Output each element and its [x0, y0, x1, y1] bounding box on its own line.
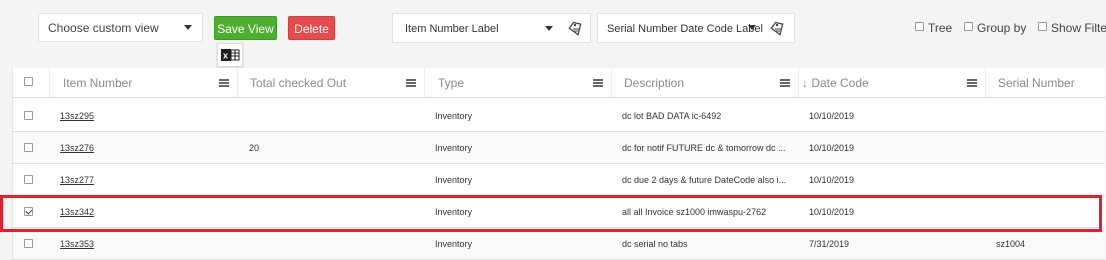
group-by-checkbox[interactable] — [964, 22, 973, 31]
description-cell: all all Invoice sz1000 imwaspu-2762 — [622, 207, 767, 217]
row-checkbox[interactable] — [24, 175, 33, 184]
column-header-label: Type — [438, 76, 465, 90]
total-checked-out-cell: 20 — [249, 143, 260, 153]
column-header-label: Description — [624, 76, 685, 90]
date-code-cell: 10/10/2019 — [809, 207, 855, 217]
serial-number-cell: sz1004 — [996, 239, 1026, 249]
serial-date-code-label-text: Serial Number Date Code Label — [607, 23, 763, 35]
tree-label: Tree — [928, 21, 953, 35]
item-number-link[interactable]: 13sz276 — [60, 143, 94, 153]
chevron-down-icon — [748, 25, 756, 30]
type-cell: Inventory — [435, 175, 473, 185]
menu-icon[interactable] — [406, 79, 416, 87]
table-row[interactable]: 13sz295 Inventory dc lot BAD DATA ic-649… — [13, 100, 1105, 132]
date-code-cell: 10/10/2019 — [809, 175, 855, 185]
row-checkbox[interactable] — [24, 143, 33, 152]
select-all-checkbox[interactable] — [24, 77, 33, 86]
type-cell: Inventory — [435, 239, 473, 249]
row-checkbox[interactable] — [24, 207, 33, 216]
show-filter-checkbox[interactable] — [1038, 22, 1047, 31]
menu-icon[interactable] — [219, 79, 229, 87]
type-cell: Inventory — [435, 207, 473, 217]
grid-header: Item Number Total checked Out Type Descr… — [13, 68, 1105, 98]
table-row[interactable]: 13sz277 Inventory dc due 2 days & future… — [13, 164, 1105, 196]
column-header-label: Total checked Out — [250, 76, 347, 90]
description-cell: dc lot BAD DATA ic-6492 — [622, 111, 722, 121]
group-by-label: Group by — [977, 21, 1027, 35]
item-number-link[interactable]: 13sz353 — [60, 239, 94, 249]
date-code-cell: 10/10/2019 — [809, 143, 855, 153]
serial-date-code-label-select[interactable]: Serial Number Date Code Label — [597, 13, 795, 43]
item-number-link[interactable]: 13sz342 — [60, 207, 94, 217]
show-filter-label: Show Filter — [1051, 21, 1106, 35]
column-header-description[interactable]: Description — [611, 68, 798, 98]
column-header-date-code[interactable]: ↓ Date Code — [798, 68, 985, 98]
grid-toolbar: Choose custom view Save View Delete x It… — [0, 0, 1106, 67]
delete-button[interactable]: Delete — [288, 16, 335, 40]
row-checkbox[interactable] — [24, 239, 33, 248]
type-cell: Inventory — [435, 111, 473, 121]
description-cell: dc for notif FUTURE dc & tomorrow dc ... — [622, 143, 786, 153]
save-view-button[interactable]: Save View — [214, 16, 277, 40]
table-row[interactable]: 13sz276 20 Inventory dc for notif FUTURE… — [13, 132, 1105, 164]
column-header-type[interactable]: Type — [424, 68, 611, 98]
table-row[interactable]: 13sz353 Inventory dc serial no tabs 7/31… — [13, 228, 1105, 260]
item-number-link[interactable]: 13sz295 — [60, 111, 94, 121]
description-cell: dc due 2 days & future DateCode also i..… — [622, 175, 787, 185]
tree-checkbox[interactable] — [915, 22, 924, 31]
row-checkbox[interactable] — [24, 111, 33, 120]
column-header-serial-number[interactable]: Serial Number — [985, 68, 1105, 98]
chevron-down-icon — [545, 26, 553, 31]
item-number-label-select[interactable]: Item Number Label — [392, 13, 591, 43]
menu-icon[interactable] — [967, 79, 977, 87]
print-tag-icon[interactable] — [769, 20, 787, 38]
column-header-total-checked-out[interactable]: Total checked Out — [237, 68, 424, 98]
column-header-label: ↓ Date Code — [802, 76, 869, 90]
date-code-cell: 7/31/2019 — [809, 239, 850, 249]
menu-icon[interactable] — [780, 79, 790, 87]
header-select-cell — [13, 68, 49, 98]
description-cell: dc serial no tabs — [622, 239, 688, 249]
custom-view-placeholder: Choose custom view — [48, 21, 159, 35]
column-header-label: Serial Number — [998, 76, 1075, 90]
item-number-link[interactable]: 13sz277 — [60, 175, 94, 185]
excel-export-icon[interactable]: x — [217, 43, 243, 67]
type-cell: Inventory — [435, 143, 473, 153]
menu-icon[interactable] — [593, 79, 603, 87]
print-tag-icon[interactable] — [567, 20, 585, 38]
inventory-grid: Item Number Total checked Out Type Descr… — [12, 68, 1105, 260]
column-header-label: Item Number — [63, 76, 133, 90]
table-row[interactable]: 13sz342 Inventory all all Invoice sz1000… — [13, 196, 1105, 228]
custom-view-select[interactable]: Choose custom view — [38, 13, 203, 42]
svg-text:x: x — [223, 51, 228, 61]
item-number-label-text: Item Number Label — [405, 23, 499, 35]
chevron-down-icon — [184, 25, 192, 30]
date-code-cell: 10/10/2019 — [809, 111, 855, 121]
column-header-item-number[interactable]: Item Number — [49, 68, 237, 98]
